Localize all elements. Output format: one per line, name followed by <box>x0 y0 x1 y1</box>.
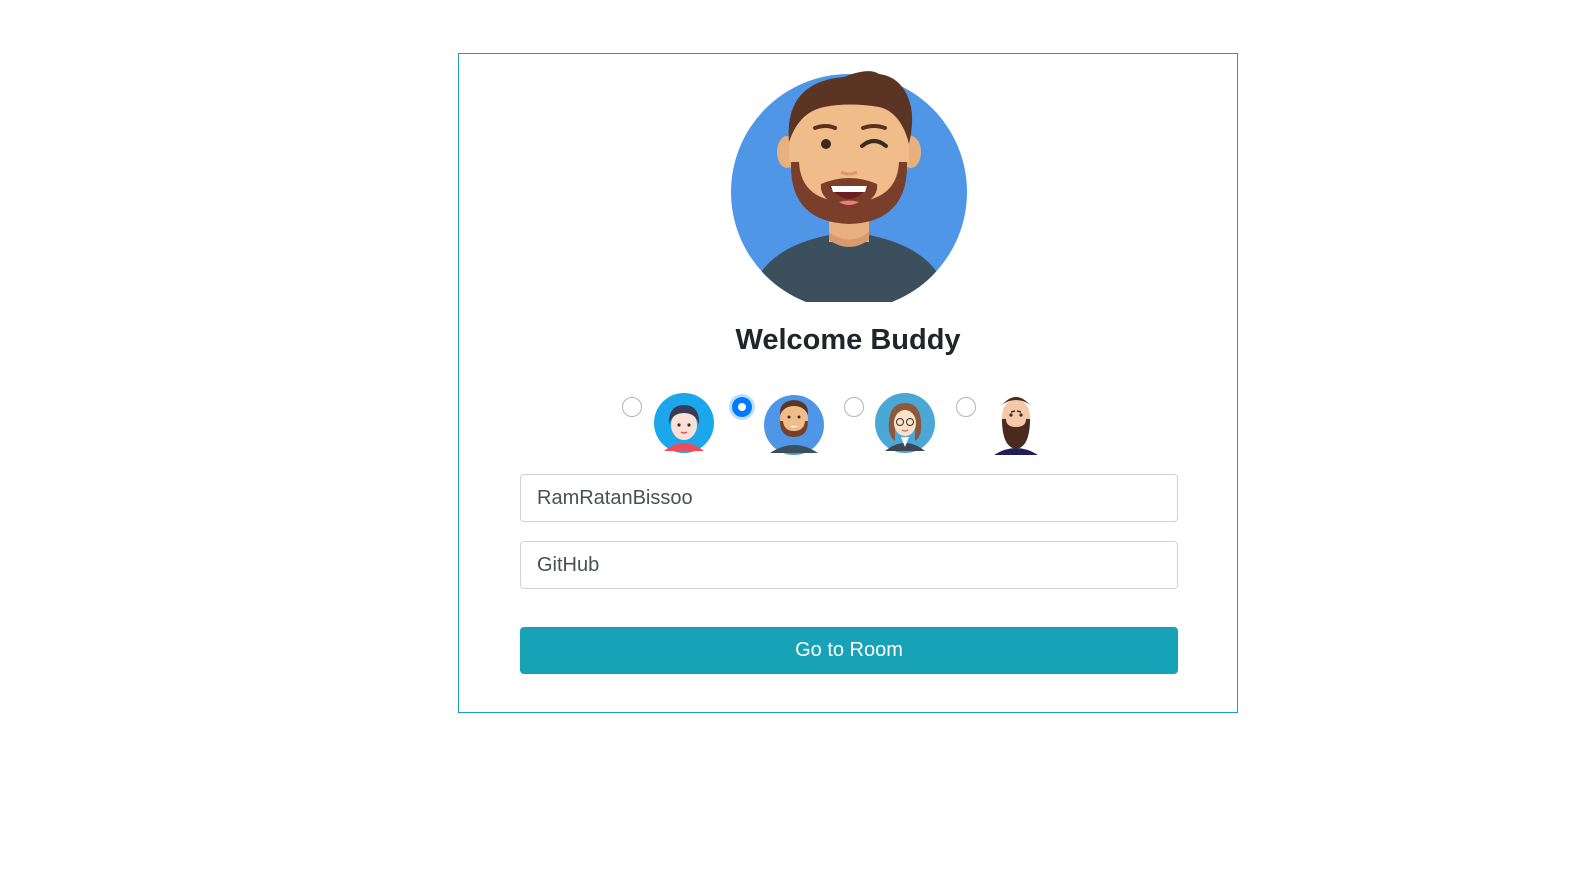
avatar-radio-2[interactable] <box>732 397 752 417</box>
woman-glasses-avatar-icon <box>875 393 935 453</box>
go-to-room-button[interactable]: Go to Room <box>520 627 1178 674</box>
girl-avatar-icon <box>654 393 714 453</box>
bald-bearded-man-avatar-icon <box>994 397 1038 455</box>
avatar-radio-3[interactable] <box>844 397 864 417</box>
login-card: Welcome Buddy RamRatanBissoo GitHub Go t… <box>458 53 1238 713</box>
avatar-selector <box>459 391 1237 461</box>
room-input[interactable] <box>520 541 1178 589</box>
bearded-man-avatar-icon <box>764 395 824 455</box>
avatar-radio-4[interactable] <box>956 397 976 417</box>
avatar-radio-1[interactable] <box>622 397 642 417</box>
main-avatar-icon <box>731 71 967 302</box>
page-title: Welcome Buddy <box>735 324 961 356</box>
username-input[interactable] <box>520 474 1178 522</box>
